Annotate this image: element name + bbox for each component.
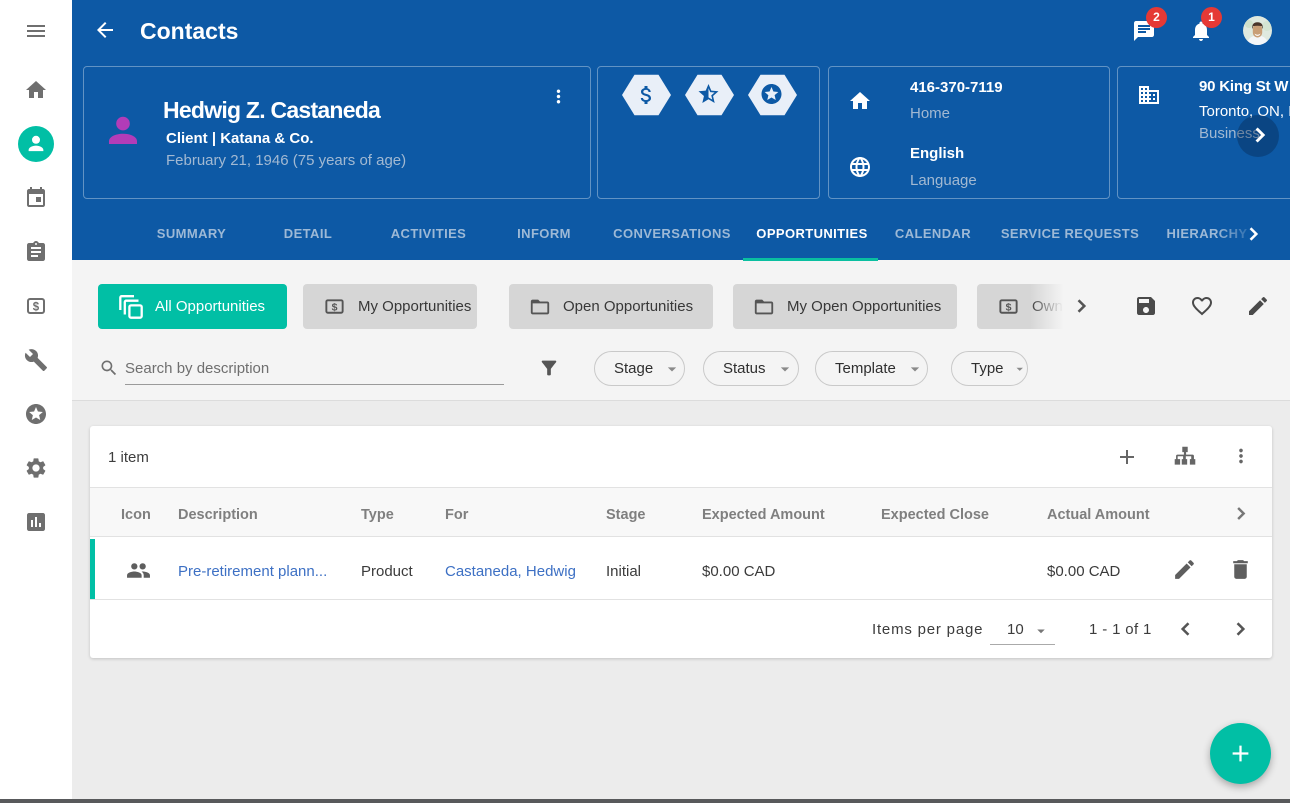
- svg-text:$: $: [332, 302, 338, 314]
- svg-text:$: $: [1006, 302, 1012, 314]
- svg-text:$: $: [33, 301, 40, 313]
